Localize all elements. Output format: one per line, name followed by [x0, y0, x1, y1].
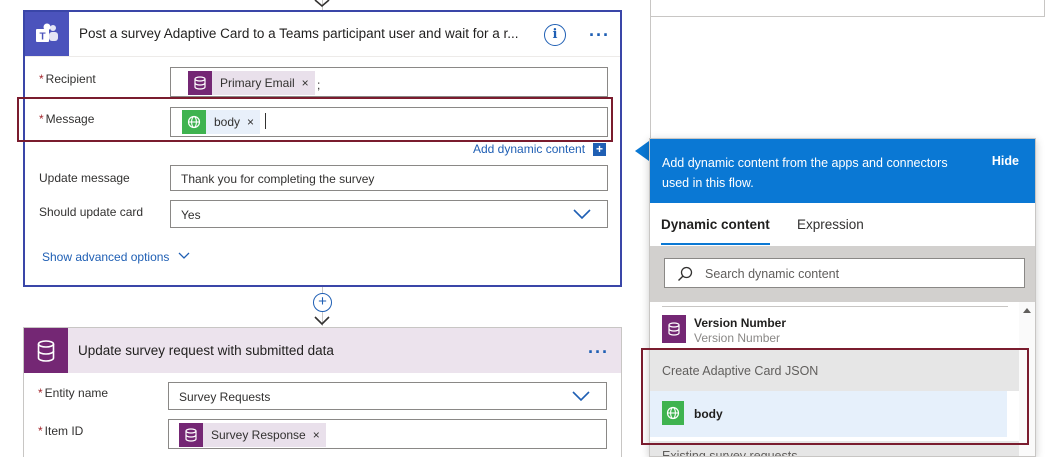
add-dynamic-content-icon[interactable]: +	[593, 143, 606, 156]
canvas-divider-right	[1044, 0, 1045, 17]
recipient-field[interactable]: Primary Email × ;	[170, 67, 608, 97]
update-message-value: Thank you for completing the survey	[181, 172, 375, 186]
more-options-button[interactable]: ···	[588, 343, 609, 361]
search-input[interactable]: Search dynamic content	[664, 258, 1025, 288]
recipient-token[interactable]: Primary Email ×	[188, 71, 315, 95]
chevron-down-icon[interactable]	[178, 252, 190, 260]
tab-expression[interactable]: Expression	[797, 217, 864, 232]
section-next-title: Existing survey requests	[662, 449, 798, 457]
update-message-field[interactable]: Thank you for completing the survey	[170, 165, 608, 191]
recipient-separator: ;	[317, 78, 321, 92]
item-id-field[interactable]: Survey Response ×	[168, 419, 607, 449]
svg-text:T: T	[39, 32, 45, 43]
arrow-down-icon	[314, 0, 330, 8]
required-mark: *	[39, 72, 44, 86]
card-title[interactable]: Post a survey Adaptive Card to a Teams p…	[79, 26, 518, 41]
remove-token-icon[interactable]: ×	[313, 428, 320, 442]
panel-header-text: Add dynamic content from the apps and co…	[662, 156, 948, 190]
required-mark: *	[38, 386, 43, 400]
card-title[interactable]: Update survey request with submitted dat…	[78, 343, 334, 358]
dataverse-icon	[179, 423, 203, 447]
panel-pointer	[635, 141, 649, 161]
add-step-button[interactable]: +	[313, 293, 332, 312]
show-advanced-options-link[interactable]: Show advanced options	[42, 250, 169, 264]
remove-token-icon[interactable]: ×	[302, 76, 309, 90]
recipient-label-text: Recipient	[45, 72, 96, 86]
search-placeholder: Search dynamic content	[705, 267, 840, 281]
panel-highlight	[641, 348, 1029, 445]
item-id-label: * Item ID	[38, 424, 83, 438]
list-divider	[662, 306, 1008, 307]
add-dynamic-content-link[interactable]: Add dynamic content	[473, 142, 585, 156]
more-options-button[interactable]: ···	[589, 26, 610, 44]
chevron-down-icon[interactable]	[573, 209, 591, 220]
dataverse-action-card[interactable]: Update survey request with submitted dat…	[23, 327, 622, 457]
should-update-value: Yes	[181, 208, 201, 222]
entity-name-label-text: Entity name	[44, 386, 109, 400]
entity-name-select[interactable]: Survey Requests	[168, 382, 607, 410]
chevron-down-icon[interactable]	[572, 391, 590, 402]
arrow-down-icon	[314, 316, 330, 326]
entity-name-label: * Entity name	[38, 386, 108, 400]
canvas-divider-bottom	[650, 16, 1044, 17]
search-area: Search dynamic content	[650, 246, 1035, 302]
recipient-token-label: Primary Email	[220, 76, 295, 90]
should-update-select[interactable]: Yes	[170, 200, 608, 228]
canvas-divider-left-2	[650, 17, 651, 138]
version-number-title: Version Number	[694, 316, 787, 330]
recipient-label: * Recipient	[39, 72, 96, 86]
search-icon	[678, 266, 693, 281]
item-id-label-text: Item ID	[44, 424, 84, 438]
message-highlight	[17, 97, 613, 142]
should-update-label: Should update card	[39, 205, 144, 219]
canvas-divider-left	[650, 0, 651, 17]
card-header-divider	[25, 56, 620, 57]
item-id-token-label: Survey Response	[211, 428, 306, 442]
dataverse-icon	[662, 315, 686, 343]
dataverse-icon	[24, 328, 68, 373]
scroll-up-icon[interactable]	[1023, 307, 1031, 313]
update-message-label: Update message	[39, 171, 130, 185]
teams-action-card[interactable]: T Post a survey Adaptive Card to a Teams…	[23, 10, 622, 287]
version-number-subtitle: Version Number	[694, 331, 781, 345]
panel-header: Add dynamic content from the apps and co…	[650, 139, 1035, 203]
version-number-item[interactable]: Version Number Version Number	[650, 309, 1020, 349]
entity-name-value: Survey Requests	[179, 390, 271, 404]
teams-icon: T	[25, 12, 69, 56]
info-icon[interactable]: i	[544, 24, 566, 46]
required-mark: *	[38, 424, 43, 438]
tab-dynamic-content[interactable]: Dynamic content	[661, 217, 770, 232]
item-id-token[interactable]: Survey Response ×	[179, 423, 326, 447]
active-tab-indicator	[661, 243, 770, 245]
dataverse-icon	[188, 71, 212, 95]
hide-button[interactable]: Hide	[992, 154, 1019, 168]
